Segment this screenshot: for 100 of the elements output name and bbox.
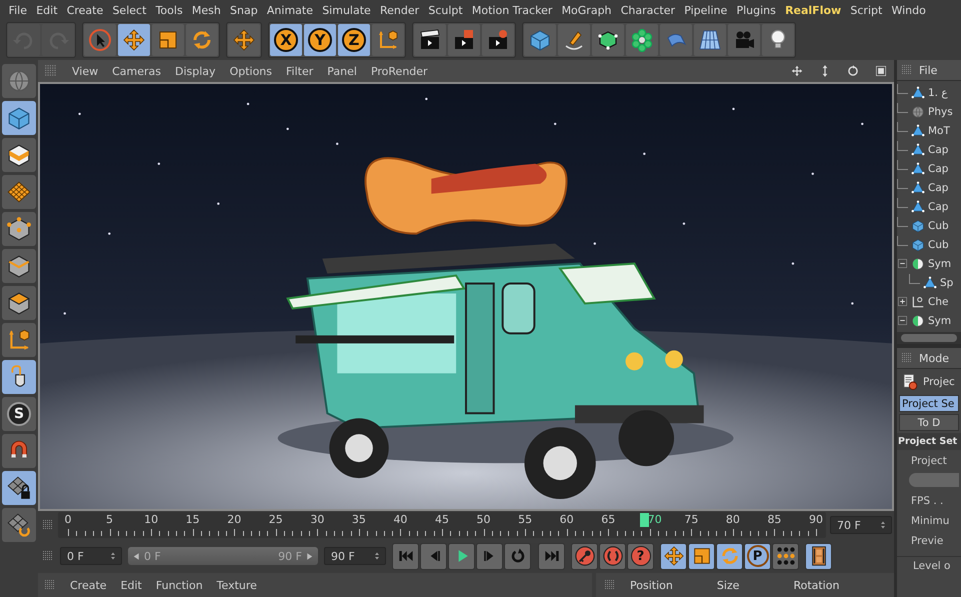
tool-button[interactable]: [2, 138, 36, 172]
object-item[interactable]: Cap: [928, 162, 948, 174]
viewport-menu-item[interactable]: Options: [230, 64, 272, 78]
frame-label: 45: [435, 513, 449, 526]
keyframe-button[interactable]: [571, 542, 598, 570]
key-mode-button[interactable]: [772, 542, 799, 570]
axis-toggle-button[interactable]: X: [270, 24, 302, 56]
menu-item[interactable]: Edit: [32, 4, 62, 16]
scrollbar[interactable]: [897, 332, 961, 344]
key-mode-button[interactable]: [688, 542, 715, 570]
material-menu-item[interactable]: Function: [156, 578, 203, 592]
tool-button[interactable]: [2, 434, 36, 468]
menu-item[interactable]: Motion Tracker: [467, 4, 557, 16]
material-menu-item[interactable]: Edit: [120, 578, 142, 592]
move-icon[interactable]: [790, 64, 804, 78]
toolbar-button[interactable]: [592, 24, 624, 56]
menu-item[interactable]: File: [4, 4, 32, 16]
end-frame-field[interactable]: 90 F: [324, 547, 386, 565]
object-item[interactable]: Che: [928, 296, 948, 308]
expand-icon[interactable]: [897, 296, 908, 307]
toolbar-button[interactable]: [414, 24, 446, 56]
material-menu-item[interactable]: Texture: [216, 578, 257, 592]
viewport-menu-item[interactable]: ProRender: [370, 64, 428, 78]
object-item[interactable]: Sym: [928, 258, 952, 270]
object-item[interactable]: Phys: [928, 106, 953, 118]
start-frame-field[interactable]: 0 F: [60, 547, 122, 565]
snap-button[interactable]: S: [2, 397, 36, 431]
collapse-icon[interactable]: [897, 315, 908, 326]
field-label: FPS . .: [910, 494, 944, 509]
attribute-tab[interactable]: To D: [899, 414, 959, 431]
menu-item[interactable]: Animate: [262, 4, 318, 16]
object-item[interactable]: Sp: [940, 276, 954, 288]
playback-button[interactable]: [538, 542, 565, 570]
menu-item[interactable]: Script: [846, 4, 887, 16]
viewport-menu-item[interactable]: Display: [175, 64, 216, 78]
menu-item[interactable]: Select: [108, 4, 151, 16]
menu-item[interactable]: Plugins: [732, 4, 780, 16]
keyframe-button[interactable]: [599, 542, 626, 570]
tool-button[interactable]: [2, 508, 36, 542]
timeline-ruler[interactable]: 0 5 10 15 20 25 30 35 40 45 50 55 60 65 70 75 80 85 90: [58, 512, 826, 538]
object-item[interactable]: Cap: [928, 182, 948, 194]
checkered-cube-icon: [6, 142, 32, 168]
current-frame-field[interactable]: 70 F: [830, 516, 892, 534]
toolbar-button[interactable]: [762, 24, 794, 56]
menu-item[interactable]: RealFlow: [780, 4, 846, 16]
menu-item[interactable]: MoGraph: [556, 4, 616, 16]
playback-button[interactable]: [420, 542, 447, 570]
playback-button[interactable]: [504, 542, 531, 570]
dots-grid-icon: [774, 545, 796, 567]
object-item[interactable]: MoT: [928, 124, 950, 136]
object-item[interactable]: Cap: [928, 144, 948, 156]
attribute-tab[interactable]: Project Se: [899, 395, 959, 412]
object-item[interactable]: Cub: [928, 220, 949, 232]
playback-button[interactable]: [392, 542, 419, 570]
frame-label: 40: [393, 513, 408, 526]
menu-item[interactable]: Create: [62, 4, 108, 16]
menu-item[interactable]: Windo: [886, 4, 930, 16]
viewport-menu-item[interactable]: View: [72, 64, 98, 78]
menu-item[interactable]: Mesh: [187, 4, 226, 16]
viewport-menu-item[interactable]: Panel: [327, 64, 357, 78]
slider-field[interactable]: [909, 473, 959, 487]
tool-button[interactable]: [2, 471, 36, 505]
maximize-icon[interactable]: [874, 64, 888, 78]
menu-item[interactable]: Render: [375, 4, 424, 16]
menu-item[interactable]: Character: [616, 4, 680, 16]
playhead[interactable]: [640, 513, 649, 527]
menu-item[interactable]: Pipeline: [680, 4, 732, 16]
panel-menu-item[interactable]: File: [919, 64, 938, 76]
tool-button[interactable]: [2, 249, 36, 283]
object-item[interactable]: Cap: [928, 200, 948, 212]
object-item[interactable]: 1. ع: [928, 86, 948, 98]
axis-toggle-button[interactable]: Y: [304, 24, 336, 56]
object-item[interactable]: Sym: [928, 314, 952, 326]
tool-button[interactable]: [2, 286, 36, 320]
playback-button[interactable]: [476, 542, 503, 570]
frame-label: 20: [227, 513, 242, 526]
section-heading: Project Set: [897, 433, 961, 450]
menu-item[interactable]: Sculpt: [424, 4, 468, 16]
viewport-menu-item[interactable]: Cameras: [112, 64, 162, 78]
column-header: Size: [716, 578, 740, 592]
toolbar-button[interactable]: [558, 24, 590, 56]
viewport-menu-item[interactable]: Filter: [286, 64, 314, 78]
key-mode-button[interactable]: [660, 542, 687, 570]
left-arrow-icon: [131, 550, 142, 562]
material-menu-item[interactable]: Create: [70, 578, 107, 592]
rotate-icon[interactable]: [846, 64, 860, 78]
menu-item[interactable]: Tools: [150, 4, 188, 16]
menu-item[interactable]: Snap: [225, 4, 262, 16]
menu-item[interactable]: Simulate: [318, 4, 376, 16]
axis-toggle-button[interactable]: Z: [338, 24, 370, 56]
parameter-button[interactable]: P: [744, 542, 771, 570]
tool-button[interactable]: [2, 360, 36, 394]
help-button[interactable]: ?: [627, 542, 654, 570]
tool-button[interactable]: [2, 212, 36, 246]
object-item[interactable]: Cub: [928, 238, 949, 250]
key-mode-button[interactable]: [716, 542, 743, 570]
frame-label: 85: [767, 513, 782, 526]
playback-button[interactable]: [448, 542, 475, 570]
timeline-button[interactable]: [805, 542, 832, 570]
collapse-icon[interactable]: [897, 258, 908, 269]
